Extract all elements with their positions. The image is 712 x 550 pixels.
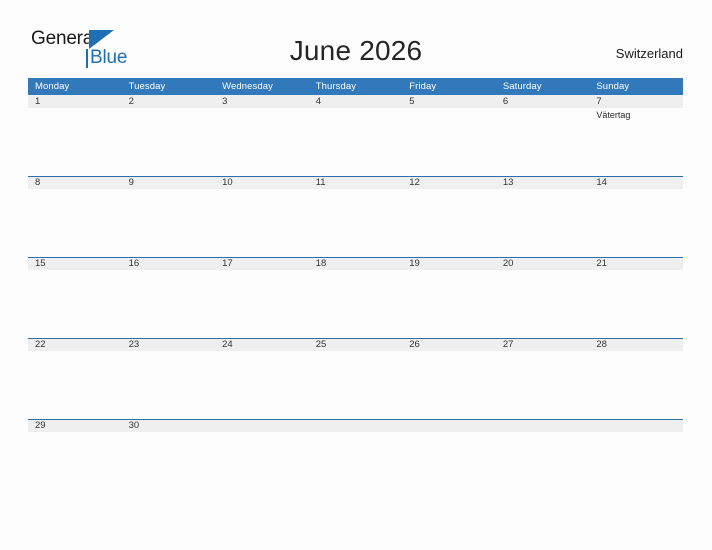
day-cell[interactable]: 29 [28, 419, 122, 500]
week-row: 15 16 17 18 19 20 21 [28, 257, 683, 338]
day-cell[interactable]: 18 [309, 257, 403, 338]
day-cell[interactable]: 1 [28, 95, 122, 176]
day-cell[interactable]: 23 [122, 338, 216, 419]
day-number: 22 [35, 339, 46, 350]
day-number: 15 [35, 258, 46, 269]
week-row: 8 9 10 11 12 13 14 [28, 176, 683, 257]
day-cell[interactable]: 15 [28, 257, 122, 338]
weekday-header-sunday: Sunday [596, 81, 630, 92]
day-cell[interactable]: 21 [589, 257, 683, 338]
day-cell-empty [402, 419, 496, 500]
day-number: 21 [596, 258, 607, 269]
day-cell[interactable]: 2 [122, 95, 216, 176]
day-cell-empty [589, 419, 683, 500]
day-cell[interactable]: 13 [496, 176, 590, 257]
day-number: 24 [222, 339, 233, 350]
calendar-grid: Monday Tuesday Wednesday Thursday Friday… [28, 78, 683, 500]
day-cell[interactable]: 30 [122, 419, 216, 500]
day-cell[interactable]: 5 [402, 95, 496, 176]
day-cell[interactable]: 27 [496, 338, 590, 419]
day-cell[interactable]: 25 [309, 338, 403, 419]
week-day-cells: 22 23 24 25 26 27 28 [28, 338, 683, 419]
day-cell[interactable]: 6 [496, 95, 590, 176]
day-number: 3 [222, 96, 228, 107]
day-number: 16 [128, 258, 140, 269]
weekday-header-saturday: Saturday [502, 81, 542, 92]
day-cell[interactable]: 14 [589, 176, 683, 257]
day-cell[interactable]: 4 [309, 95, 403, 176]
weekday-header-row: Monday Tuesday Wednesday Thursday Friday… [28, 78, 683, 95]
day-cell[interactable]: 22 [28, 338, 122, 419]
day-number: 7 [596, 96, 602, 107]
page-header: General Blue June 2026 Switzerland [0, 0, 712, 78]
day-cell[interactable]: 8 [28, 176, 122, 257]
day-cell[interactable]: 20 [496, 257, 590, 338]
day-cell-empty [309, 419, 403, 500]
day-cell[interactable]: 19 [402, 257, 496, 338]
week-day-cells: 15 16 17 18 19 20 21 [28, 257, 683, 338]
day-cell[interactable]: 11 [309, 176, 403, 257]
day-number: 4 [315, 96, 321, 107]
day-number: 26 [409, 339, 420, 350]
day-event: Vätertag [596, 110, 631, 120]
day-number: 1 [35, 96, 41, 107]
day-cell[interactable]: 16 [122, 257, 216, 338]
day-number: 29 [35, 420, 46, 431]
day-number: 25 [315, 339, 327, 350]
day-cell-empty [215, 419, 309, 500]
day-cell[interactable]: 28 [589, 338, 683, 419]
week-row: 1 2 3 4 5 6 7 Vätertag [28, 95, 683, 176]
weekday-header-monday: Monday [35, 81, 70, 92]
day-number: 14 [596, 177, 607, 188]
day-number: 8 [35, 177, 41, 188]
weekday-header-wednesday: Wednesday [222, 81, 274, 92]
day-cell[interactable]: 26 [402, 338, 496, 419]
week-day-cells: 1 2 3 4 5 6 7 Vätertag [28, 95, 683, 176]
day-number: 20 [502, 258, 514, 269]
country-label: Switzerland [615, 46, 683, 61]
calendar-page: General Blue June 2026 Switzerland Monda… [0, 0, 712, 550]
day-number: 6 [502, 96, 509, 107]
day-number: 5 [409, 96, 415, 107]
page-title: June 2026 [289, 35, 423, 66]
week-row: 22 23 24 25 26 27 28 [28, 338, 683, 419]
day-cell[interactable]: 24 [215, 338, 309, 419]
week-day-cells: 8 9 10 11 12 13 14 [28, 176, 683, 257]
weekday-header-tuesday: Tuesday [128, 81, 166, 92]
day-number: 2 [128, 96, 134, 107]
day-number: 11 [315, 177, 326, 188]
day-number: 23 [128, 339, 140, 350]
day-cell[interactable]: 3 [215, 95, 309, 176]
week-row: 29 30 [28, 419, 683, 500]
day-number: 17 [222, 258, 233, 269]
day-number: 19 [409, 258, 420, 269]
day-cell[interactable]: 10 [215, 176, 309, 257]
day-cell[interactable]: 7 Vätertag [589, 95, 683, 176]
week-day-cells: 29 30 [28, 419, 683, 500]
day-number: 13 [502, 177, 514, 188]
day-cell[interactable]: 9 [122, 176, 216, 257]
weekday-header-friday: Friday [409, 81, 437, 92]
day-number: 30 [128, 420, 140, 431]
day-number: 27 [502, 339, 514, 350]
day-number: 9 [128, 177, 134, 188]
day-number: 12 [409, 177, 420, 188]
day-number: 28 [596, 339, 607, 350]
day-number: 10 [222, 177, 233, 188]
day-cell[interactable]: 12 [402, 176, 496, 257]
day-cell[interactable]: 17 [215, 257, 309, 338]
weekday-header-thursday: Thursday [315, 81, 357, 92]
day-cell-empty [496, 419, 590, 500]
day-number: 18 [315, 258, 327, 269]
